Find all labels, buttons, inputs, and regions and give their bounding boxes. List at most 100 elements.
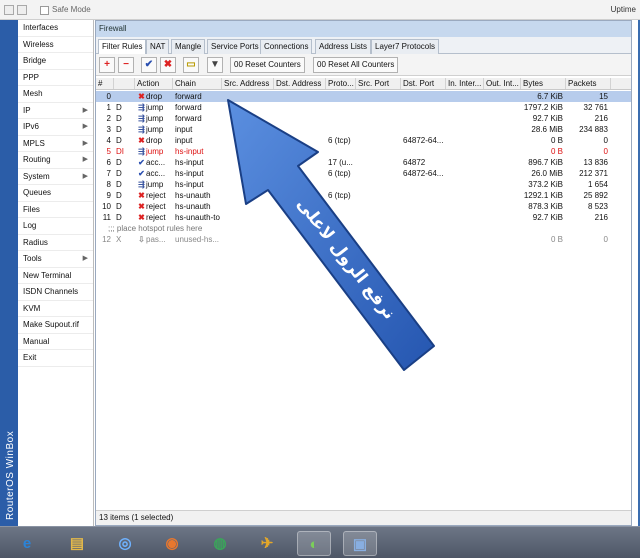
- filter-button[interactable]: ▼: [207, 57, 223, 73]
- safe-mode-checkbox[interactable]: [40, 6, 49, 15]
- reset-all-counters-button[interactable]: 00 Reset All Counters: [313, 57, 399, 73]
- remove-button[interactable]: −: [118, 57, 134, 73]
- menu-item-queues[interactable]: Queues: [18, 185, 93, 202]
- column-header[interactable]: Src. Address: [222, 78, 274, 89]
- row-action: ✔acc...: [135, 157, 173, 168]
- menu-item-routing[interactable]: Routing ▶: [18, 152, 93, 169]
- menu-item-make-supout-rif[interactable]: Make Supout.rif: [18, 317, 93, 334]
- table-header: # Action Chain Src. Address Dst. Address Prot…: [96, 78, 631, 90]
- taskbar-ie-icon[interactable]: e: [10, 531, 44, 556]
- jump-icon: ⇶: [138, 125, 145, 134]
- forward-icon[interactable]: [17, 5, 27, 15]
- table-row[interactable]: 4 D ✖drop input 6 (tcp) 64872-64... 0 B0: [96, 135, 631, 146]
- menu-item-files[interactable]: Files: [18, 202, 93, 218]
- table-row[interactable]: 9 D ✖reject hs-unauth 6 (tcp) 1292.1 KiB 25 89…: [96, 190, 631, 201]
- taskbar-firefox-icon[interactable]: ◉: [155, 531, 189, 556]
- taskbar-explorer-icon[interactable]: ▤: [60, 531, 94, 556]
- row-bytes: 0 B: [550, 147, 563, 156]
- row-protocol: 6 (tcp): [328, 136, 351, 145]
- menu-item-kvm[interactable]: KVM: [18, 301, 93, 317]
- column-header[interactable]: #: [96, 78, 114, 89]
- menu-item-exit[interactable]: Exit: [18, 350, 93, 367]
- menu-item-mpls[interactable]: MPLS ▶: [18, 136, 93, 152]
- row-packets: 1 654: [587, 180, 608, 189]
- comment-button[interactable]: ▭: [183, 57, 199, 73]
- main-menu: Interfaces Wireless Bridge PPP Mesh IP ▶ IPv6 ▶ M…: [18, 20, 94, 526]
- column-header[interactable]: Bytes: [521, 78, 566, 89]
- row-packets: 15: [599, 92, 608, 101]
- column-header[interactable]: Chain: [173, 78, 222, 89]
- menu-item-label: ISDN Channels: [23, 287, 79, 296]
- table-row[interactable]: 2 D ⇶jump forward 92.7 KiB 216: [96, 113, 631, 124]
- tab-mangle[interactable]: Mangle: [171, 39, 206, 54]
- menu-item-tools[interactable]: Tools ▶: [18, 251, 93, 268]
- menu-item-log[interactable]: Log: [18, 218, 93, 235]
- taskbar-winbox-icon[interactable]: ▣: [343, 531, 377, 556]
- action-label: pas...: [146, 235, 166, 244]
- row-packets: 212 371: [579, 169, 608, 178]
- table-row[interactable]: 7 D ✔acc... hs-input 6 (tcp) 64872-64... 26.0 …: [96, 168, 631, 179]
- table-row[interactable]: 3 D ⇶jump input 28.6 MiB 234 883: [96, 124, 631, 135]
- table-row[interactable]: 8 D ⇶jump hs-input 373.2 KiB 1 654: [96, 179, 631, 190]
- row-flag: D: [116, 125, 122, 134]
- row-action: ⇶jump: [135, 102, 173, 113]
- column-header[interactable]: Src. Port: [356, 78, 401, 89]
- table-row[interactable]: 0 ✖drop forward 6.7 KiB 15: [96, 91, 631, 102]
- menu-item-ip[interactable]: IP ▶: [18, 103, 93, 119]
- column-header[interactable]: Proto...: [326, 78, 356, 89]
- menu-item-isdn-channels[interactable]: ISDN Channels: [18, 284, 93, 301]
- table-row[interactable]: 6 D ✔acc... hs-input 17 (u... 64872 896.7 KiB 1…: [96, 157, 631, 168]
- column-header[interactable]: [114, 78, 135, 89]
- row-action: ⇶jump: [135, 124, 173, 135]
- table-row[interactable]: 11 D ✖reject hs-unauth-to 92.7 KiB 216: [96, 212, 631, 223]
- menu-item-interfaces[interactable]: Interfaces: [18, 20, 93, 37]
- column-header[interactable]: Dst. Port: [401, 78, 446, 89]
- menu-item-manual[interactable]: Manual: [18, 334, 93, 350]
- tab-service-ports[interactable]: Service Ports: [207, 39, 263, 54]
- column-header[interactable]: Action: [135, 78, 173, 89]
- row-chain: hs-input: [175, 169, 204, 178]
- column-header[interactable]: Packets: [566, 78, 611, 89]
- table-row[interactable]: 10 D ✖reject hs-unauth 878.3 KiB 8 523: [96, 201, 631, 212]
- action-label: jump: [146, 114, 164, 123]
- submenu-arrow-icon: ▶: [82, 123, 88, 130]
- column-header[interactable]: Dst. Address: [274, 78, 326, 89]
- firewall-window: Firewall Filter Rules NAT Mangle Service Po…: [95, 20, 632, 526]
- table-row[interactable]: 1 D ⇶jump forward 1797.2 KiB 32 761: [96, 102, 631, 113]
- reset-counters-button[interactable]: 00 Reset Counters: [230, 57, 305, 73]
- menu-item-ipv6[interactable]: IPv6 ▶: [18, 119, 93, 136]
- tab-connections[interactable]: Connections: [260, 39, 313, 54]
- table-row-disabled[interactable]: 12 X ⇩pas... unused-hs... 0 B0: [96, 234, 631, 245]
- reject-icon: ✖: [138, 191, 145, 200]
- menu-item-wireless[interactable]: Wireless: [18, 37, 93, 53]
- menu-item-bridge[interactable]: Bridge: [18, 53, 93, 70]
- taskbar-chrome-icon[interactable]: ◍: [203, 531, 237, 556]
- taskbar-media-icon[interactable]: ◐: [297, 531, 331, 556]
- menu-item-label: KVM: [23, 303, 41, 313]
- menu-item-mesh[interactable]: Mesh: [18, 86, 93, 103]
- menu-item-system[interactable]: System ▶: [18, 169, 93, 185]
- add-button[interactable]: +: [99, 57, 115, 73]
- tab-filter-rules[interactable]: Filter Rules: [98, 39, 147, 55]
- row-action: ✖drop: [135, 91, 173, 102]
- back-icon[interactable]: [4, 5, 14, 15]
- tab-address-lists[interactable]: Address Lists: [315, 39, 372, 54]
- row-dst-port: [401, 113, 446, 124]
- disable-button[interactable]: ✖: [160, 57, 176, 73]
- menu-item-ppp[interactable]: PPP: [18, 70, 93, 86]
- row-flag: [114, 91, 135, 102]
- column-header[interactable]: In. Inter...: [446, 78, 484, 89]
- tab-layer7-protocols[interactable]: Layer7 Protocols: [371, 39, 440, 54]
- taskbar-ftp-icon[interactable]: ✈: [250, 531, 284, 556]
- reject-icon: ✖: [138, 202, 145, 211]
- menu-item-radius[interactable]: Radius: [18, 235, 93, 251]
- table-row[interactable]: 5 DI ⇶jump hs-input 0 B0: [96, 146, 631, 157]
- row-packets: 0: [603, 136, 608, 145]
- menu-item-new-terminal[interactable]: New Terminal: [18, 268, 93, 284]
- row-chain: hs-input: [175, 180, 204, 189]
- column-header[interactable]: Out. Int...: [484, 78, 521, 89]
- taskbar-app-icon[interactable]: ◎: [108, 531, 142, 556]
- enable-button[interactable]: ✔: [141, 57, 157, 73]
- tab-nat[interactable]: NAT: [146, 39, 170, 54]
- row-packets: 25 892: [583, 191, 608, 200]
